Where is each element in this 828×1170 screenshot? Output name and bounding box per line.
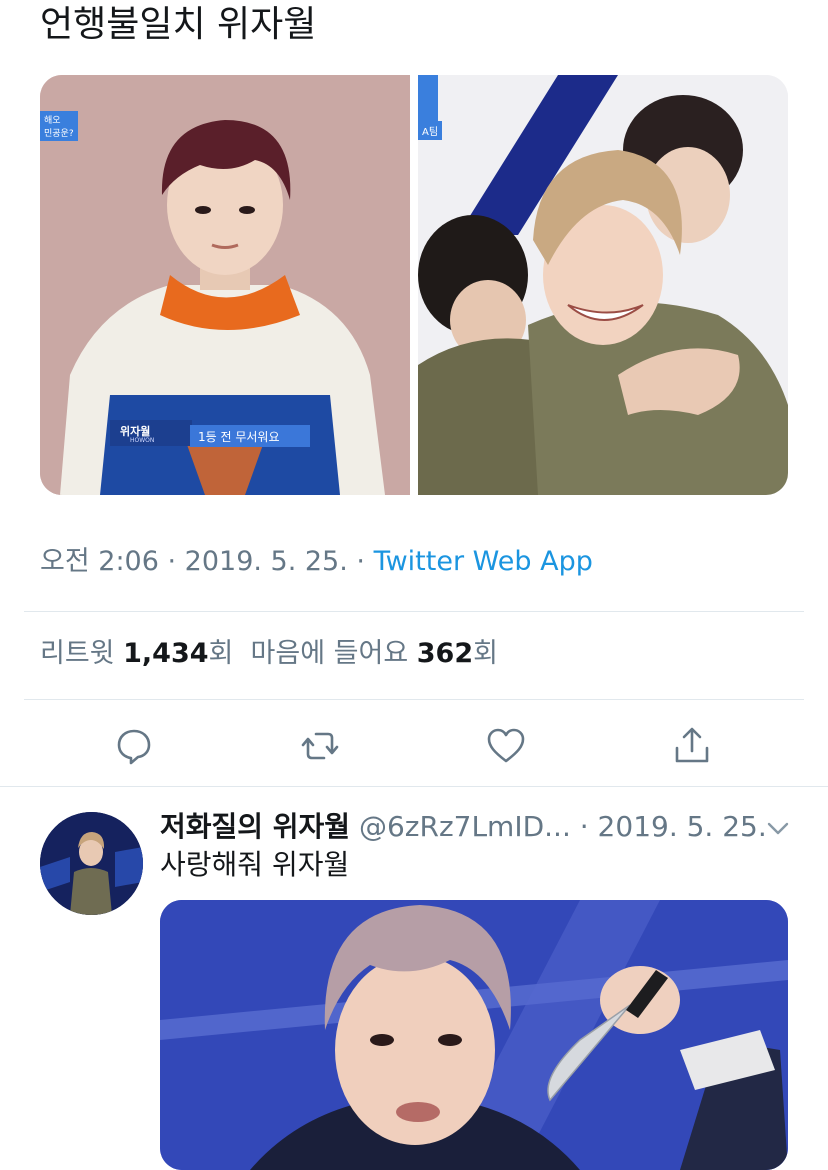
tweet-time: 오전 2:06: [40, 546, 159, 577]
reply-photo[interactable]: [160, 900, 788, 1170]
likes-unit: 회: [473, 638, 498, 669]
likes-count: 362: [416, 638, 474, 669]
section-divider: [0, 786, 828, 787]
meta-separator: ·: [158, 546, 185, 577]
reply-button[interactable]: [106, 718, 162, 774]
avatar-illustration: [40, 812, 143, 915]
reply-photo-illustration: [160, 900, 788, 1170]
photo-2-illustration: [418, 75, 788, 495]
retweets-label: 리트윗: [40, 638, 124, 669]
likes-stat[interactable]: 마음에 들어요 362회: [251, 638, 498, 669]
reply-date[interactable]: · 2019. 5. 25.: [571, 810, 767, 843]
retweet-icon: [301, 732, 339, 760]
tweet-photo-2[interactable]: A팀: [418, 75, 788, 495]
photo-1-caption-sub: HOWON: [130, 437, 155, 444]
reply-handle[interactable]: @6zRz7LmID...: [350, 810, 571, 843]
reply-avatar[interactable]: [40, 812, 143, 915]
reply-text: 사랑해줘 위자월: [160, 848, 350, 881]
share-button[interactable]: [664, 718, 720, 774]
tweet-source-link[interactable]: Twitter Web App: [374, 546, 593, 577]
meta-separator: ·: [347, 546, 374, 577]
divider: [24, 699, 804, 700]
tweet-text: 언행불일치 위자월: [40, 4, 317, 45]
tweet-photo-1[interactable]: 해오 민공운? 위자월 HOWON 1등 전 무서워요: [40, 75, 410, 495]
share-icon: [675, 727, 709, 763]
likes-label: 마음에 들어요: [250, 638, 417, 669]
tweet-date[interactable]: 2019. 5. 25.: [185, 546, 348, 577]
photo-2-top-overlay: A팀: [418, 121, 443, 140]
photo-1-caption-text: 1등 전 무서워요: [198, 430, 280, 444]
chevron-down-icon[interactable]: [764, 814, 792, 842]
reply-header: 저화질의 위자월 @6zRz7LmID... · 2019. 5. 25.: [160, 808, 767, 846]
retweets-unit: 회: [208, 638, 234, 669]
photo-1-top-overlay: 해오 민공운?: [40, 111, 78, 141]
like-icon: [487, 728, 525, 763]
reply-display-name[interactable]: 저화질의 위자월: [160, 810, 350, 843]
like-button[interactable]: [478, 718, 534, 774]
retweets-stat[interactable]: 리트윗 1,434회: [40, 638, 233, 669]
retweets-count: 1,434: [123, 638, 209, 669]
tweet-meta: 오전 2:06 · 2019. 5. 25. · Twitter Web App: [40, 544, 593, 580]
divider: [24, 611, 804, 612]
retweet-button[interactable]: [292, 718, 348, 774]
tweet-stats: 리트윗 1,434회 마음에 들어요 362회: [40, 636, 498, 672]
tweet-media-grid[interactable]: 해오 민공운? 위자월 HOWON 1등 전 무서워요 A팀: [40, 75, 788, 495]
reply-icon: [117, 729, 151, 765]
